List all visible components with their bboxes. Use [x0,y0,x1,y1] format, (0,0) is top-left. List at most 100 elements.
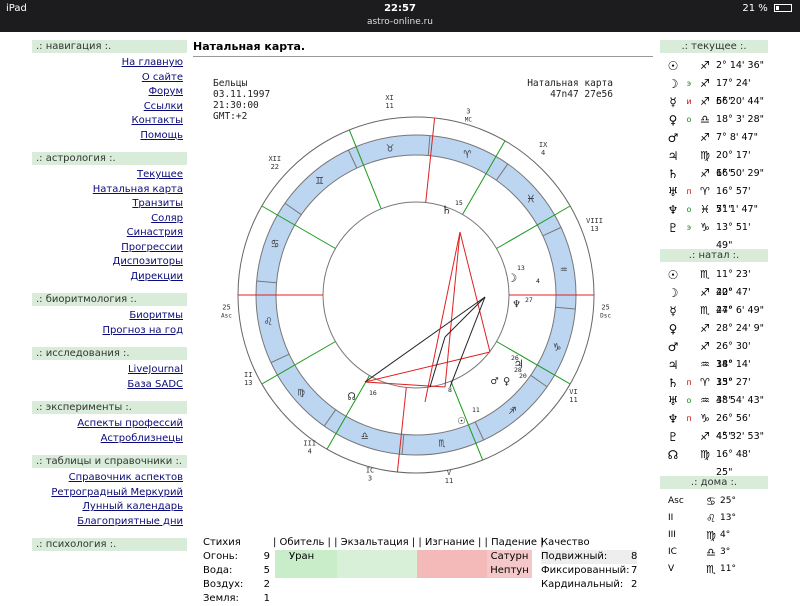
element-name: Огонь: [203,551,239,562]
planet-row: ♄ п ♈ 15° 27' 38" [664,374,768,406]
house-degree-label: 3 [466,107,470,115]
zodiac-sign-icon: ♎ [700,113,710,126]
quality-name: Кардинальный: [541,579,624,590]
zodiac-sign-icon: ♈ [700,185,710,198]
planet-degree: 13° 51' 49" [716,222,751,251]
planet-position-label: 11 [472,406,480,414]
axis-label: MC [465,116,473,123]
zodiac-sign-icon: ♓ [700,203,710,216]
planet-glyph-icon: ♆ [667,412,679,426]
planet-glyph-icon: ♇ [667,430,679,444]
nav-link[interactable]: Транзиты [32,197,187,212]
zodiac-sign-icon: ♈ [464,147,472,161]
axis-label: Dsc [600,312,611,319]
planet-degree: 18° 3' 28" [716,114,764,125]
planet-glyph-icon: ☽ [510,271,517,285]
nav-link[interactable]: Благоприятные дни [32,515,187,530]
ios-status-bar: iPad 22:57 astro-online.ru 21 % [0,0,800,32]
house-row: V ♏ 11° [664,561,768,578]
planet-row: ♄ ♐ 6° 50' 29" [664,165,768,183]
zodiac-sign-icon: ♈ [700,376,710,389]
dignity-status: о [686,396,692,405]
planet-position-label: 16 [369,389,377,397]
nav-link[interactable]: Натальная карта [32,183,187,198]
dignity-status: о [686,115,692,124]
nav-link[interactable]: Прогрессии [32,241,187,256]
nav-link[interactable]: Помощь [32,129,187,144]
planet-row: ♂ ♐ 7° 8' 47" [664,129,768,147]
quality-name: Фиксированный: [541,565,630,576]
zodiac-sign-icon: ♏ [700,304,710,317]
zodiac-sign-icon: ♑ [700,412,710,425]
nav-link[interactable]: Форум [32,85,187,100]
planet-glyph-icon: ♆ [667,203,679,217]
nav-link[interactable]: LiveJournal [32,363,187,378]
planet-row: ☉ ♏ 11° 23' 42" [664,266,768,298]
planet-glyph-icon: ♀ [668,113,678,127]
house-label: VIII [586,217,603,225]
planet-row: ♀ о ♎ 18° 3' 28" [664,111,768,129]
house-name: III [668,530,676,540]
nav-link[interactable]: Астроблизнецы [32,432,187,447]
zodiac-sign-icon: ♒ [700,358,710,371]
planet-glyph-icon: ☉ [667,59,679,73]
planet-row: ☊ ♍ 16° 48' 25" [664,446,768,478]
nav-link[interactable]: Диспозиторы [32,255,187,270]
planet-row: ☽ ♐ 20° 47' 47" [664,284,768,316]
battery-status: 21 % [742,3,792,14]
nav-link[interactable]: Лунный календарь [32,500,187,515]
right-sidebar: .: текущее :. ☉ ♐ 2° 14' 36" ☽ э ♐ 17° 24' 56"… [660,40,768,582]
nav-section-links: LiveJournal База SADC [32,360,187,396]
quality-value: 8 [631,551,638,562]
zodiac-sign-icon: ♍ [297,384,305,398]
planet-glyph-icon: ♃ [667,149,679,163]
nav-link[interactable]: Контакты [32,114,187,129]
nav-link[interactable]: О сайте [32,71,187,86]
nav-link[interactable]: Прогноз на год [32,324,187,339]
house-label: IX [539,141,548,149]
dignity-status: э [686,79,692,88]
house-cusp-line [396,387,407,473]
house-label: XI [385,94,393,102]
zodiac-sign-icon: ♐ [700,340,710,353]
nav-link[interactable]: Аспекты профессий [32,417,187,432]
planet-degree: 28° 24' 9" [716,323,764,334]
planet-degree: 16° 48' 25" [716,449,751,478]
nav-link[interactable]: Биоритмы [32,309,187,324]
element-name: Воздух: [203,579,244,590]
zodiac-sign-icon: ♑ [552,339,560,353]
nav-link[interactable]: Справочник аспектов [32,471,187,486]
address-bar[interactable]: astro-online.ru [0,17,800,27]
nav-link[interactable]: Ретроградный Меркурий [32,486,187,501]
zodiac-sign-icon: ♐ [700,95,710,108]
nav-link[interactable]: Ссылки [32,100,187,115]
planet-row: ♇ ♐ 4° 32' 53" [664,428,768,446]
zodiac-sign-icon: ♐ [700,77,710,90]
page: .: навигация :. На главную О сайте Форум Ссы… [0,32,800,604]
zodiac-sign-icon: ♏ [438,436,446,450]
dignity-status: п [686,378,692,387]
chart-birth-info: Бельцы 03.11.1997 21:30:00 GMT:+2 [213,78,271,122]
planet-position-label: 8 [448,386,452,394]
element-value: 5 [263,565,270,576]
planet-glyph-icon: ♂ [491,374,498,388]
planet-glyph-icon: ♀ [668,322,678,336]
zodiac-sign-icon: ♍ [700,149,710,162]
planet-degree: 24° 6' 49" [716,305,764,316]
planet-row: ♅ о ♒ 4° 54' 43" [664,392,768,410]
element-header: Стихия [203,537,241,548]
nav-link[interactable]: На главную [32,56,187,71]
planet-glyph-icon: ♄ [667,167,679,181]
nav-link[interactable]: Текущее [32,168,187,183]
nav-link[interactable]: Синастрия [32,226,187,241]
nav-section-title: .: эксперименты :. [32,401,187,414]
planet-glyph-icon: ♄ [443,203,450,217]
nav-link[interactable]: Дирекции [32,270,187,285]
zodiac-sign-icon: ♑ [700,221,710,234]
nav-link[interactable]: База SADC [32,378,187,393]
planet-row: ♂ ♐ 26° 30' 38" [664,338,768,370]
nav-section-title: .: навигация :. [32,40,187,53]
nav-link[interactable]: Соляр [32,212,187,227]
planet-glyph-icon: ♀ [503,374,510,388]
house-row: II ♌ 13° [664,510,768,527]
